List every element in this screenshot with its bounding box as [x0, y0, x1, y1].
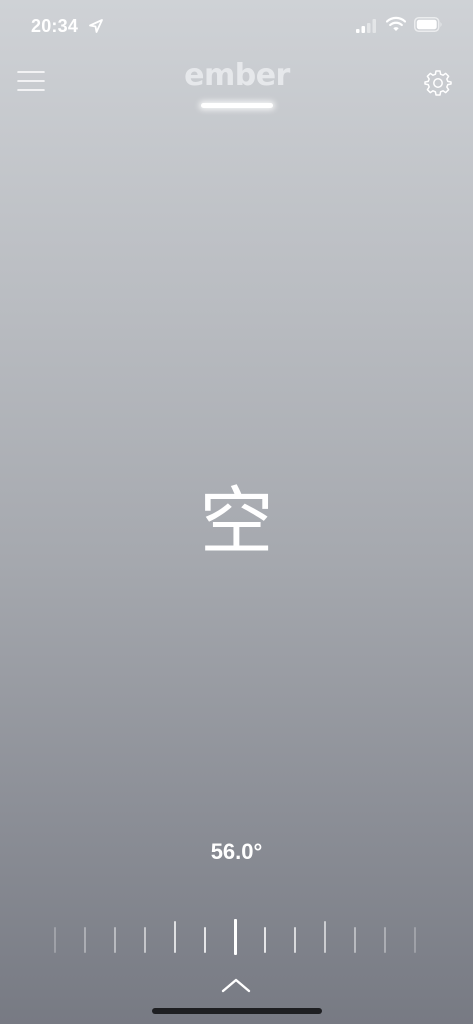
- dial-tick: [354, 927, 356, 953]
- chevron-up-icon[interactable]: [220, 976, 252, 994]
- dial-tick: [264, 927, 266, 953]
- dial-tick: [204, 927, 206, 953]
- dial-tick: [84, 927, 86, 953]
- battery-icon: [414, 17, 442, 32]
- hamburger-menu-icon[interactable]: [17, 68, 45, 94]
- ember-logo: ember: [184, 58, 290, 93]
- dial-tick: [174, 921, 176, 953]
- status-bar: 20:34: [0, 0, 473, 54]
- cellular-signal-icon: [356, 19, 376, 33]
- connection-glow-indicator: [201, 103, 273, 108]
- dial-tick: [114, 927, 116, 953]
- dial-tick: [384, 927, 386, 953]
- status-time: 20:34: [31, 16, 79, 36]
- mug-status-text: 空: [199, 479, 274, 565]
- dial-tick: [294, 927, 296, 953]
- wifi-icon: [386, 16, 406, 31]
- dial-tick: [54, 927, 56, 953]
- home-indicator[interactable]: [152, 1008, 322, 1014]
- temperature-dial[interactable]: [40, 915, 433, 959]
- dial-tick: [324, 921, 326, 953]
- temperature-readout: 56.0°: [210, 839, 263, 864]
- dial-tick-current: [234, 919, 237, 955]
- gear-icon[interactable]: [424, 69, 452, 97]
- dial-tick: [414, 927, 416, 953]
- dial-tick: [144, 927, 146, 953]
- location-arrow-icon: [89, 19, 103, 33]
